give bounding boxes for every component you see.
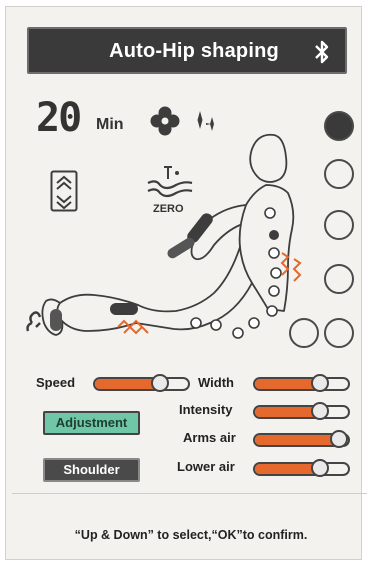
- lower-air-label: Lower air: [177, 459, 235, 474]
- instruction-text: “Up & Down” to select,“OK”to confirm.: [74, 528, 308, 542]
- heat-wave-leg-2: [123, 325, 149, 335]
- remote-panel: Auto-Hip shaping 20 Min ZERO Speed Width…: [5, 6, 367, 560]
- divider: [12, 493, 367, 494]
- width-slider[interactable]: [253, 374, 350, 392]
- lower-air-slider-knob[interactable]: [310, 459, 329, 477]
- speed-label: Speed: [36, 375, 76, 390]
- mode-title-bar: Auto-Hip shaping: [27, 27, 347, 74]
- massage-mode-button-3[interactable]: [324, 210, 354, 240]
- lower-air-slider[interactable]: [253, 459, 350, 477]
- massage-mode-button-4[interactable]: [324, 264, 354, 294]
- arms-air-label: Arms air: [183, 430, 236, 445]
- intensity-label: Intensity: [179, 402, 233, 417]
- width-label: Width: [198, 375, 234, 390]
- arms-air-slider[interactable]: [253, 430, 350, 448]
- hip-outline: [137, 246, 241, 313]
- massage-mode-button-5[interactable]: [324, 318, 354, 348]
- head-outline: [249, 133, 288, 183]
- speed-slider-knob[interactable]: [150, 374, 169, 392]
- foot-airbag-marker: [50, 309, 62, 331]
- heat-wave-back-2: [292, 258, 302, 282]
- adjustment-button[interactable]: Adjustment: [43, 411, 140, 435]
- leg-airbag-marker: [110, 303, 138, 315]
- intensity-slider[interactable]: [253, 402, 350, 420]
- arms-air-slider-fill: [255, 435, 341, 445]
- bluetooth-icon: [315, 40, 329, 64]
- mode-title: Auto-Hip shaping: [109, 40, 279, 62]
- width-slider-knob[interactable]: [310, 374, 329, 392]
- massage-mode-button-1[interactable]: [324, 111, 354, 141]
- shoulder-button[interactable]: Shoulder: [43, 458, 140, 482]
- massage-mode-button-6[interactable]: [289, 318, 319, 348]
- arms-air-slider-knob[interactable]: [330, 430, 348, 448]
- foot-roller-icon: [26, 311, 42, 332]
- intensity-slider-knob[interactable]: [310, 402, 329, 420]
- massage-mode-button-2[interactable]: [324, 159, 354, 189]
- speed-slider[interactable]: [93, 374, 190, 392]
